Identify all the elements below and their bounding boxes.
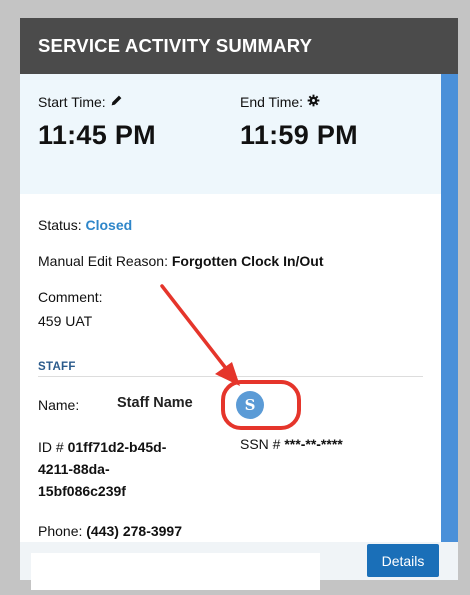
status-row: Status: Closed <box>38 217 132 233</box>
staff-section-title: STAFF <box>38 361 76 373</box>
time-panel: Start Time: 11:45 PM End Time: 11:59 PM <box>20 74 441 194</box>
card-content: Start Time: 11:45 PM End Time: 11:59 PM … <box>20 74 441 542</box>
comment-label: Comment: <box>38 289 103 305</box>
staff-id-label: ID # <box>38 439 64 455</box>
gear-icon[interactable] <box>307 94 320 110</box>
phone-label: Phone: <box>38 523 83 539</box>
start-time-value: 11:45 PM <box>38 120 156 150</box>
manual-edit-row: Manual Edit Reason: Forgotten Clock In/O… <box>38 253 324 269</box>
staff-name-value: Staff Name <box>117 395 193 411</box>
staff-id-row: ID # 01ff71d2-b45d- 4211-88da- 15bf086c2… <box>38 436 216 502</box>
manual-edit-label: Manual Edit Reason: <box>38 253 168 269</box>
section-divider <box>38 376 423 377</box>
ssn-label: SSN # <box>240 436 281 452</box>
status-value: Closed <box>85 217 133 233</box>
manual-edit-value: Forgotten Clock In/Out <box>171 253 324 269</box>
end-time-block: End Time: 11:59 PM <box>240 94 358 151</box>
ssn-row: SSN # ***-**-**** <box>240 436 343 452</box>
details-button[interactable]: Details <box>367 544 439 577</box>
end-time-label: End Time: <box>240 94 304 110</box>
phone-row: Phone: (443) 278-3997 <box>38 523 182 539</box>
staff-name-label: Name: <box>38 397 80 413</box>
service-activity-card: SERVICE ACTIVITY SUMMARY Start Time: 11:… <box>20 18 458 580</box>
vertical-scrollbar[interactable] <box>441 74 458 560</box>
status-label: Status: <box>38 217 82 233</box>
card-title: SERVICE ACTIVITY SUMMARY <box>38 35 313 56</box>
end-time-value: 11:59 PM <box>240 120 358 150</box>
avatar[interactable]: S <box>236 391 264 419</box>
ssn-value: ***-**-**** <box>284 436 343 452</box>
staff-id-line-1: 01ff71d2-b45d- <box>67 439 167 455</box>
staff-id-line-3: 15bf086c239f <box>38 483 126 499</box>
pencil-icon[interactable] <box>110 94 123 110</box>
card-header: SERVICE ACTIVITY SUMMARY <box>20 18 458 74</box>
comment-value: 459 UAT <box>38 313 93 329</box>
start-time-block: Start Time: 11:45 PM <box>38 94 156 151</box>
start-time-label: Start Time: <box>38 94 106 110</box>
redaction-box <box>31 553 320 590</box>
staff-id-line-2: 4211-88da- <box>38 461 110 477</box>
phone-value: (443) 278-3997 <box>86 523 183 539</box>
